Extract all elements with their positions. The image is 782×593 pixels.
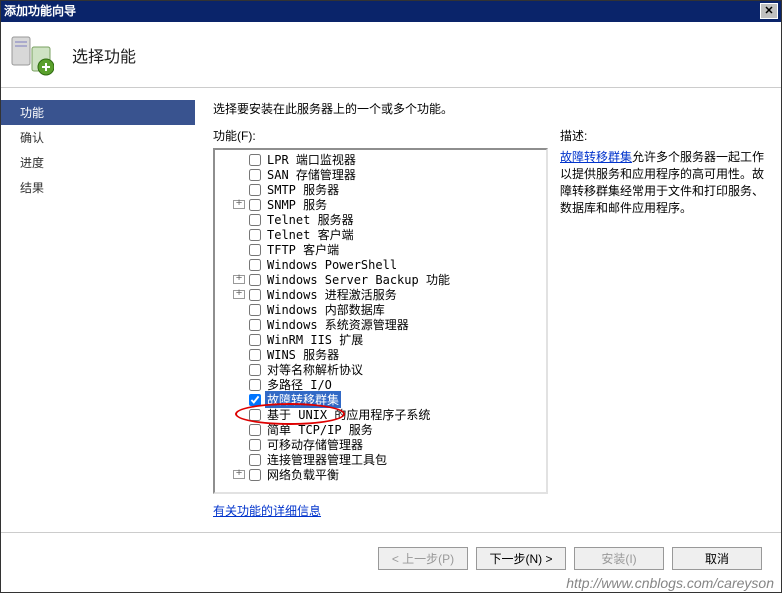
cancel-button[interactable]: 取消 xyxy=(672,547,762,570)
tree-item[interactable]: WinRM IIS 扩展 xyxy=(215,332,546,347)
tree-item[interactable]: 多路径 I/O xyxy=(215,377,546,392)
feature-checkbox[interactable] xyxy=(249,349,261,361)
feature-checkbox[interactable] xyxy=(249,394,261,406)
tree-item[interactable]: Windows 系统资源管理器 xyxy=(215,317,546,332)
feature-checkbox[interactable] xyxy=(249,469,261,481)
expander-blank xyxy=(233,455,245,464)
expander-blank xyxy=(233,425,245,434)
description-text: 故障转移群集允许多个服务器一起工作以提供服务和应用程序的高可用性。故障转移群集经… xyxy=(560,148,768,216)
expander-blank xyxy=(233,245,245,254)
feature-checkbox[interactable] xyxy=(249,304,261,316)
install-button[interactable]: 安装(I) xyxy=(574,547,664,570)
feature-checkbox[interactable] xyxy=(249,199,261,211)
title-bar: 添加功能向导 ✕ xyxy=(0,0,782,22)
feature-checkbox[interactable] xyxy=(249,289,261,301)
feature-checkbox[interactable] xyxy=(249,154,261,166)
expand-icon[interactable]: + xyxy=(233,200,245,209)
instruction-text: 选择要安装在此服务器上的一个或多个功能。 xyxy=(213,100,768,117)
description-link[interactable]: 故障转移群集 xyxy=(560,150,632,164)
main-panel: 选择要安装在此服务器上的一个或多个功能。 功能(F): LPR 端口监视器SAN… xyxy=(195,88,782,532)
tree-item[interactable]: SMTP 服务器 xyxy=(215,182,546,197)
tree-item[interactable]: 简单 TCP/IP 服务 xyxy=(215,422,546,437)
feature-checkbox[interactable] xyxy=(249,214,261,226)
expand-icon[interactable]: + xyxy=(233,275,245,284)
details-link[interactable]: 有关功能的详细信息 xyxy=(213,502,548,519)
expand-icon[interactable]: + xyxy=(233,290,245,299)
tree-item[interactable]: TFTP 客户端 xyxy=(215,242,546,257)
expander-blank xyxy=(233,185,245,194)
sidebar-item-confirm[interactable]: 确认 xyxy=(0,125,195,150)
expander-blank xyxy=(233,170,245,179)
feature-checkbox[interactable] xyxy=(249,319,261,331)
feature-checkbox[interactable] xyxy=(249,184,261,196)
sidebar-item-progress[interactable]: 进度 xyxy=(0,150,195,175)
tree-item[interactable]: Windows PowerShell xyxy=(215,257,546,272)
wizard-body: 功能 确认 进度 结果 选择要安装在此服务器上的一个或多个功能。 功能(F): … xyxy=(0,88,782,532)
expander-blank xyxy=(233,320,245,329)
feature-checkbox[interactable] xyxy=(249,334,261,346)
expander-blank xyxy=(233,335,245,344)
tree-item[interactable]: +Windows Server Backup 功能 xyxy=(215,272,546,287)
tree-item[interactable]: +SNMP 服务 xyxy=(215,197,546,212)
feature-checkbox[interactable] xyxy=(249,274,261,286)
feature-checkbox[interactable] xyxy=(249,244,261,256)
sidebar-item-features[interactable]: 功能 xyxy=(0,100,195,125)
expander-blank xyxy=(233,440,245,449)
window-title: 添加功能向导 xyxy=(4,0,76,22)
expand-icon[interactable]: + xyxy=(233,470,245,479)
tree-item[interactable]: 基于 UNIX 的应用程序子系统 xyxy=(215,407,546,422)
expander-blank xyxy=(233,260,245,269)
tree-item[interactable]: Windows 内部数据库 xyxy=(215,302,546,317)
expander-blank xyxy=(233,305,245,314)
next-button[interactable]: 下一步(N) > xyxy=(476,547,566,570)
feature-checkbox[interactable] xyxy=(249,424,261,436)
feature-checkbox[interactable] xyxy=(249,259,261,271)
tree-item[interactable]: 连接管理器管理工具包 xyxy=(215,452,546,467)
tree-item[interactable]: + 网络负载平衡 xyxy=(215,467,546,482)
sidebar-item-results[interactable]: 结果 xyxy=(0,175,195,200)
feature-label: Windows PowerShell xyxy=(265,258,399,272)
watermark-text: http://www.cnblogs.com/careyson xyxy=(566,575,774,591)
feature-checkbox[interactable] xyxy=(249,439,261,451)
expander-blank xyxy=(233,350,245,359)
tree-item[interactable]: Telnet 客户端 xyxy=(215,227,546,242)
close-icon: ✕ xyxy=(764,0,773,22)
feature-checkbox[interactable] xyxy=(249,364,261,376)
tree-item[interactable]: LPR 端口监视器 xyxy=(215,152,546,167)
page-title: 选择功能 xyxy=(72,43,136,67)
feature-label: 网络负载平衡 xyxy=(265,466,341,483)
feature-checkbox[interactable] xyxy=(249,169,261,181)
features-tree[interactable]: LPR 端口监视器SAN 存储管理器SMTP 服务器+SNMP 服务Telnet… xyxy=(213,148,548,494)
tree-item[interactable]: Telnet 服务器 xyxy=(215,212,546,227)
tree-item[interactable]: WINS 服务器 xyxy=(215,347,546,362)
tree-item[interactable]: 对等名称解析协议 xyxy=(215,362,546,377)
expander-blank xyxy=(233,410,245,419)
feature-checkbox[interactable] xyxy=(249,229,261,241)
expander-blank xyxy=(233,155,245,164)
prev-button[interactable]: < 上一步(P) xyxy=(378,547,468,570)
feature-checkbox[interactable] xyxy=(249,454,261,466)
tree-item[interactable]: 可移动存储管理器 xyxy=(215,437,546,452)
tree-item[interactable]: 故障转移群集 xyxy=(215,392,546,407)
wizard-steps-sidebar: 功能 确认 进度 结果 xyxy=(0,88,195,532)
expander-blank xyxy=(233,215,245,224)
wizard-header: 选择功能 xyxy=(0,22,782,88)
expander-blank xyxy=(233,380,245,389)
description-label: 描述: xyxy=(560,127,768,144)
feature-checkbox[interactable] xyxy=(249,409,261,421)
wizard-icon xyxy=(10,33,54,77)
feature-label: TFTP 客户端 xyxy=(265,241,341,258)
expander-blank xyxy=(233,230,245,239)
tree-item[interactable]: +Windows 进程激活服务 xyxy=(215,287,546,302)
expander-blank xyxy=(233,395,245,404)
feature-checkbox[interactable] xyxy=(249,379,261,391)
close-button[interactable]: ✕ xyxy=(760,3,778,19)
expander-blank xyxy=(233,365,245,374)
features-label: 功能(F): xyxy=(213,127,548,144)
tree-item[interactable]: SAN 存储管理器 xyxy=(215,167,546,182)
